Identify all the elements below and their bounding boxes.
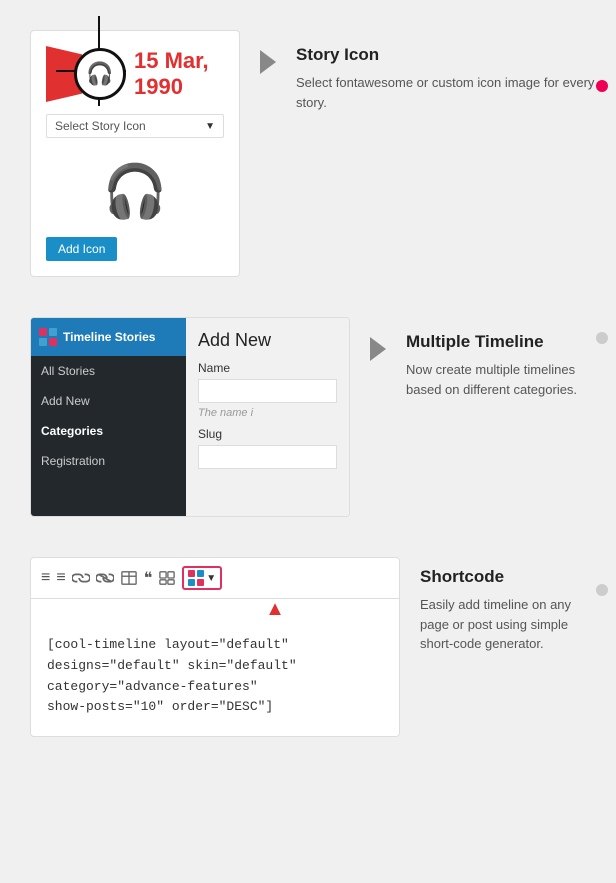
slug-input[interactable] <box>198 445 337 469</box>
shortcode-text-desc: Easily add timeline on any page or post … <box>420 595 596 654</box>
multiple-timeline-section: Timeline Stories All Stories Add New Cat… <box>30 317 596 517</box>
select-icon-dropdown[interactable]: Select Story Icon ▼ <box>46 114 224 138</box>
shortcode-desc: Shortcode Easily add timeline on any pag… <box>420 557 596 654</box>
story-icon-section: 🎧 15 Mar, 1990 Select Story Icon ▼ 🎧 Add… <box>30 30 596 277</box>
shortcode-section: ≡ ≡ <box>30 557 596 737</box>
story-icon-card: 🎧 15 Mar, 1990 Select Story Icon ▼ 🎧 Add… <box>30 30 240 277</box>
story-icon-text: Select fontawesome or custom icon image … <box>296 73 596 112</box>
grid-cell-1 <box>39 328 47 336</box>
table-icon[interactable] <box>120 570 138 586</box>
shortcode-code: [cool-timeline layout="default" designs=… <box>47 635 383 718</box>
menu-categories[interactable]: Categories <box>31 416 186 446</box>
shortcode-title: Shortcode <box>420 567 596 587</box>
story-icon-title: Story Icon <box>296 45 596 65</box>
arrow-connector-2 <box>370 317 386 361</box>
nav-dots <box>596 80 608 596</box>
sg-cell-3 <box>188 579 195 586</box>
arrow-connector-1 <box>260 30 276 74</box>
story-date: 15 Mar, 1990 <box>134 48 224 100</box>
plugin-name-label: Timeline Stories <box>63 330 155 344</box>
align-right-icon[interactable]: ≡ <box>56 569 65 587</box>
main-content: 🎧 15 Mar, 1990 Select Story Icon ▼ 🎧 Add… <box>0 0 616 767</box>
headphone-circle: 🎧 <box>74 48 126 100</box>
sg-cell-4 <box>197 579 204 586</box>
timeline-desc: Multiple Timeline Now create multiple ti… <box>406 317 596 399</box>
headphone-icon: 🎧 <box>86 61 113 87</box>
unlink-icon[interactable] <box>96 571 114 585</box>
timeline-card: Timeline Stories All Stories Add New Cat… <box>30 317 350 517</box>
add-icon-button[interactable]: Add Icon <box>46 237 117 261</box>
sg-cell-1 <box>188 570 195 577</box>
plugin-grid-icon <box>39 328 57 346</box>
name-hint: The name i <box>198 407 337 419</box>
right-arrow-icon-2 <box>370 337 386 361</box>
shortcode-generator-button[interactable]: ▼ <box>182 566 222 590</box>
menu-registration[interactable]: Registration <box>31 446 186 476</box>
timeline-title: Multiple Timeline <box>406 332 596 352</box>
shortcode-text: [cool-timeline layout="default" designs=… <box>31 623 399 734</box>
grid-icon[interactable] <box>158 570 176 586</box>
name-label: Name <box>198 361 337 375</box>
editor-toolbar: ≡ ≡ <box>31 558 399 599</box>
plugin-title-bar: Timeline Stories <box>31 318 186 356</box>
timeline-text: Now create multiple timelines based on d… <box>406 360 596 399</box>
nav-dot-3[interactable] <box>596 584 608 596</box>
menu-add-new[interactable]: Add New <box>31 386 186 416</box>
dropdown-arrow-icon: ▼ <box>205 121 215 132</box>
shortcode-card: ≡ ≡ <box>30 557 400 737</box>
add-new-heading: Add New <box>198 330 337 351</box>
up-arrow-icon: ▲ <box>265 598 285 620</box>
icon-large-preview: 🎧 <box>46 146 224 237</box>
shortcode-dropdown-arrow: ▼ <box>206 573 216 584</box>
red-arrow-indicator: ▲ <box>31 599 399 623</box>
nav-dot-2[interactable] <box>596 332 608 344</box>
nav-dot-1[interactable] <box>596 80 608 92</box>
wp-sidebar: Timeline Stories All Stories Add New Cat… <box>31 318 186 516</box>
grid-cell-3 <box>39 338 47 346</box>
shortcode-grid-icon <box>188 570 204 586</box>
align-left-icon[interactable]: ≡ <box>41 569 50 587</box>
story-icon-desc: Story Icon Select fontawesome or custom … <box>296 30 596 112</box>
grid-cell-4 <box>49 338 57 346</box>
right-arrow-icon <box>260 50 276 74</box>
grid-cell-2 <box>49 328 57 336</box>
wp-content-area: Add New Name The name i Slug <box>186 318 349 516</box>
sg-cell-2 <box>197 570 204 577</box>
link-icon[interactable] <box>72 571 90 585</box>
name-input[interactable] <box>198 379 337 403</box>
menu-all-stories[interactable]: All Stories <box>31 356 186 386</box>
select-icon-label: Select Story Icon <box>55 119 205 133</box>
preview-headphone-icon: 🎧 <box>103 163 168 221</box>
slug-label: Slug <box>198 427 337 441</box>
quote-icon[interactable]: ❝ <box>144 568 153 588</box>
